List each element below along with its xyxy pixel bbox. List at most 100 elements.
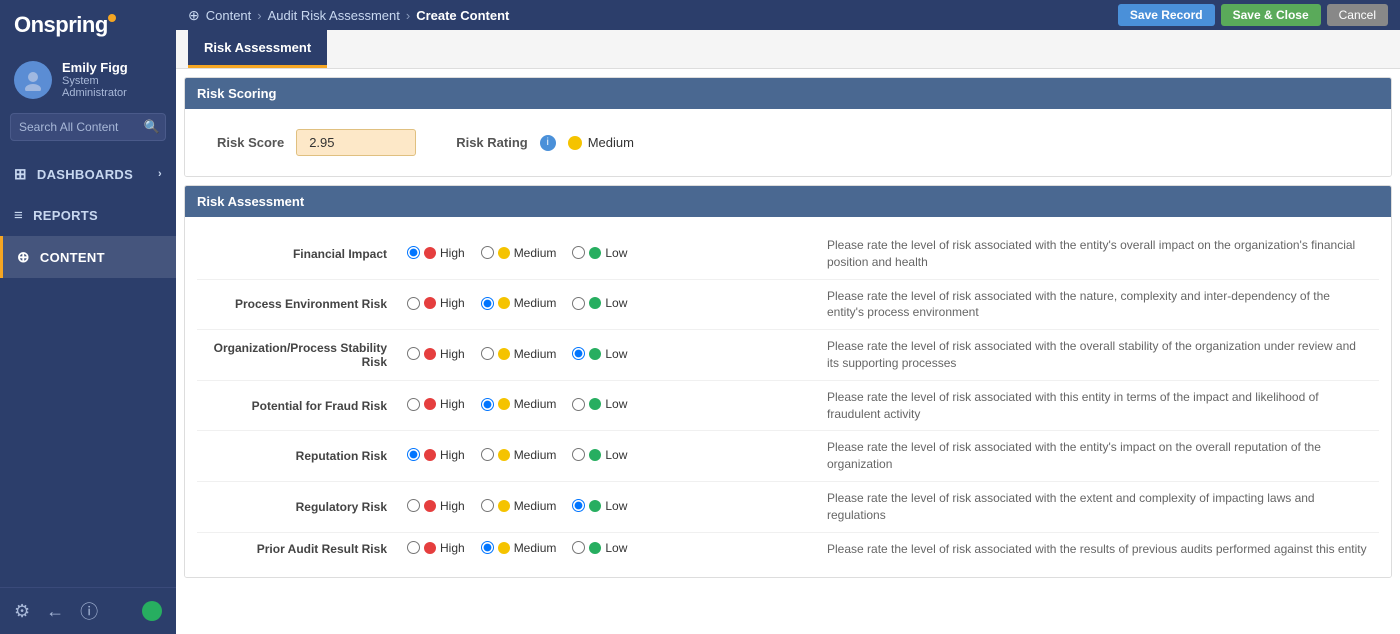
radio-low[interactable] <box>572 448 585 461</box>
option-medium: Medium <box>481 541 557 555</box>
rating-dot <box>568 136 582 150</box>
high-label: High <box>440 296 465 310</box>
risk-scoring-row: Risk Score 2.95 Risk Rating i Medium <box>197 121 1379 164</box>
search-bar[interactable]: 🔍 <box>10 113 166 141</box>
tab-risk-assessment[interactable]: Risk Assessment <box>188 30 327 68</box>
sidebar-bottom: ⚙ ← ⓘ <box>0 587 176 634</box>
search-input[interactable] <box>10 113 166 141</box>
medium-dot <box>498 297 510 309</box>
medium-label: Medium <box>514 246 557 260</box>
radio-medium[interactable] <box>481 499 494 512</box>
row-label: Financial Impact <box>197 229 397 279</box>
option-low: Low <box>572 397 627 411</box>
low-label: Low <box>605 541 627 555</box>
radio-high[interactable] <box>407 448 420 461</box>
option-low: Low <box>572 448 627 462</box>
high-label: High <box>440 448 465 462</box>
sidebar-item-label: REPORTS <box>33 208 98 223</box>
radio-medium[interactable] <box>481 541 494 554</box>
content-icon: ⊕ <box>17 248 30 266</box>
rating-text: Medium <box>588 135 634 150</box>
high-label: High <box>440 347 465 361</box>
option-low: Low <box>572 347 627 361</box>
radio-high[interactable] <box>407 347 420 360</box>
risk-rating-group: Risk Rating i Medium <box>456 135 634 151</box>
row-label: Prior Audit Result Risk <box>197 532 397 565</box>
row-label: Process Environment Risk <box>197 279 397 330</box>
radio-high[interactable] <box>407 297 420 310</box>
tab-bar: Risk Assessment <box>176 30 1400 69</box>
radio-medium[interactable] <box>481 246 494 259</box>
high-dot <box>424 449 436 461</box>
sidebar-item-dashboards[interactable]: ⊞ DASHBOARDS › <box>0 153 176 195</box>
options-cell: High Medium Low <box>397 330 817 381</box>
options-cell: High Medium Low <box>397 431 817 482</box>
option-high: High <box>407 246 465 260</box>
settings-icon[interactable]: ⚙ <box>14 601 30 622</box>
options-cell: HighMediumLow <box>397 279 817 330</box>
radio-low[interactable] <box>572 347 585 360</box>
radio-low[interactable] <box>572 246 585 259</box>
radio-high[interactable] <box>407 398 420 411</box>
description-cell: Please rate the level of risk associated… <box>817 229 1379 279</box>
radio-low[interactable] <box>572 398 585 411</box>
low-label: Low <box>605 397 627 411</box>
radio-low[interactable] <box>572 541 585 554</box>
medium-label: Medium <box>514 448 557 462</box>
back-icon[interactable]: ← <box>46 601 64 622</box>
low-dot <box>589 348 601 360</box>
risk-score-value: 2.95 <box>296 129 416 156</box>
save-close-button[interactable]: Save & Close <box>1221 4 1321 26</box>
breadcrumb-separator-2: › <box>406 8 410 23</box>
chevron-right-icon: › <box>158 168 162 180</box>
table-row: Organization/Process Stability RiskHighM… <box>197 330 1379 381</box>
sidebar-item-content[interactable]: ⊕ CONTENT <box>0 236 176 278</box>
info-icon[interactable]: i <box>540 135 556 151</box>
user-role: System Administrator <box>62 75 162 99</box>
radio-high[interactable] <box>407 246 420 259</box>
cancel-button[interactable]: Cancel <box>1327 4 1388 26</box>
description-cell: Please rate the level of risk associated… <box>817 330 1379 381</box>
low-label: Low <box>605 499 627 513</box>
radio-high[interactable] <box>407 499 420 512</box>
table-row: Regulatory RiskHighMediumLowPlease rate … <box>197 481 1379 532</box>
topbar-actions: Save Record Save & Close Cancel <box>1118 4 1388 26</box>
medium-dot <box>498 449 510 461</box>
option-medium: Medium <box>481 347 557 361</box>
option-high: High <box>407 296 465 310</box>
option-medium: Medium <box>481 397 557 411</box>
option-medium: Medium <box>481 448 557 462</box>
description-cell: Please rate the level of risk associated… <box>817 481 1379 532</box>
radio-low[interactable] <box>572 499 585 512</box>
low-dot <box>589 247 601 259</box>
save-record-button[interactable]: Save Record <box>1118 4 1215 26</box>
options-cell: HighMediumLow <box>397 532 817 565</box>
table-row: Process Environment RiskHighMediumLowPle… <box>197 279 1379 330</box>
option-high: High <box>407 499 465 513</box>
help-icon[interactable]: ⓘ <box>80 598 98 624</box>
options-cell: HighMediumLow <box>397 380 817 431</box>
risk-assessment-section: Risk Assessment Financial ImpactHighMedi… <box>184 185 1392 578</box>
radio-medium[interactable] <box>481 398 494 411</box>
radio-medium[interactable] <box>481 347 494 360</box>
dashboards-icon: ⊞ <box>14 165 27 183</box>
medium-label: Medium <box>514 541 557 555</box>
high-label: High <box>440 499 465 513</box>
risk-table: Financial Impact High Medium Low Please rate… <box>197 229 1379 565</box>
high-dot <box>424 542 436 554</box>
low-dot <box>589 449 601 461</box>
user-name: Emily Figg <box>62 60 162 75</box>
radio-high[interactable] <box>407 541 420 554</box>
low-dot <box>589 398 601 410</box>
logo-dot <box>108 14 116 22</box>
description-cell: Please rate the level of risk associated… <box>817 279 1379 330</box>
table-row: Financial ImpactHighMediumLowPlease rate… <box>197 229 1379 279</box>
option-medium: Medium <box>481 246 557 260</box>
sidebar-item-reports[interactable]: ≡ REPORTS <box>0 195 176 236</box>
radio-medium[interactable] <box>481 297 494 310</box>
medium-label: Medium <box>514 347 557 361</box>
radio-medium[interactable] <box>481 448 494 461</box>
option-low: Low <box>572 541 627 555</box>
radio-low[interactable] <box>572 297 585 310</box>
low-dot <box>589 297 601 309</box>
